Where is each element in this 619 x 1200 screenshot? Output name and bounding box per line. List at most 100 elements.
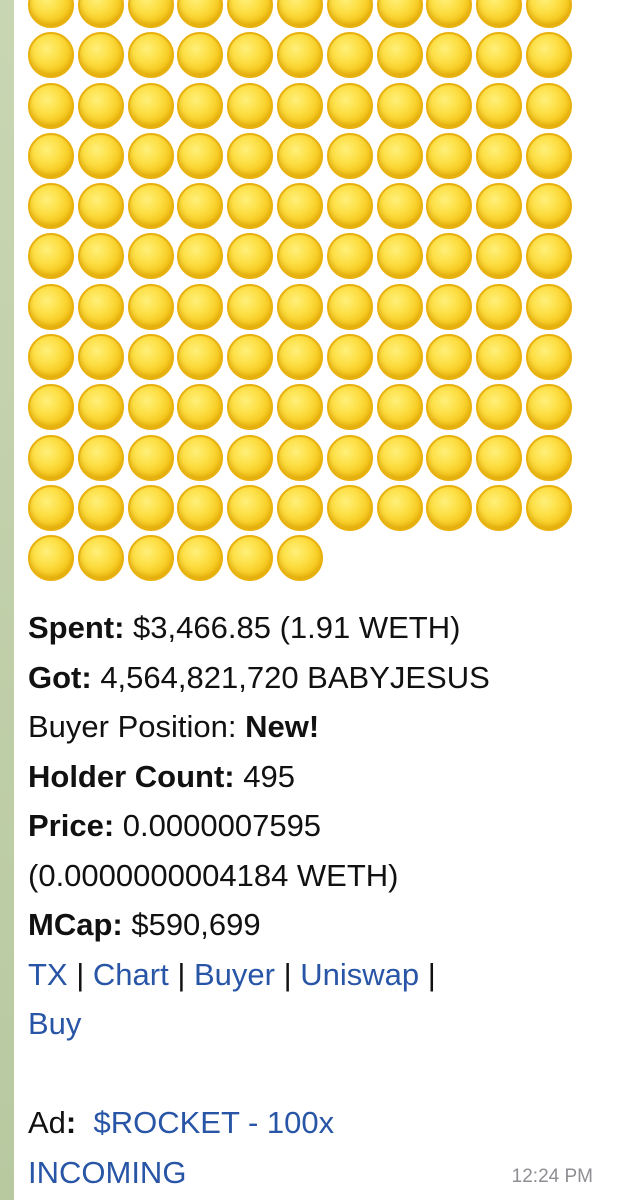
got-line: Got: 4,564,821,720 BABYJESUS [28,653,608,703]
coin-icon [525,283,572,330]
coin-icon [276,334,323,381]
coin-icon [127,535,174,582]
coin-icon [227,283,274,330]
coin-icon [127,334,174,381]
coin-icon [77,484,124,531]
buy-line: Buy [28,999,608,1049]
coin-icon [326,283,373,330]
chart-link[interactable]: Chart [93,957,169,992]
coin-icon [376,183,423,230]
message-text: Spent: $3,466.85 (1.91 WETH) Got: 4,564,… [28,603,608,1197]
coin-icon [376,334,423,381]
coin-icon [326,334,373,381]
coin-row [28,283,588,334]
coin-icon [177,82,224,129]
coin-icon [28,434,74,481]
coin-icon [376,434,423,481]
coin-icon [476,233,523,280]
link-separator: | [274,956,301,992]
coin-row [28,183,588,233]
coin-icon [276,434,323,481]
coin-icon [177,32,224,79]
ad-link[interactable]: $ROCKET - 100x [93,1105,334,1140]
got-label: Got: [28,659,92,695]
tx-link[interactable]: TX [28,957,68,992]
coin-icon [326,0,373,28]
coin-row [28,484,588,535]
spent-label: Spent: [28,610,125,645]
coin-icon [127,434,174,481]
spent-value: $3,466.85 (1.91 WETH) [124,610,461,645]
coin-icon [28,283,74,330]
coin-icon [227,434,274,481]
coin-icon [525,183,572,230]
coin-icon [426,82,473,129]
coin-icon [426,0,473,28]
coin-icon [177,434,224,481]
coin-icon [227,82,274,129]
coin-icon [127,0,174,28]
coin-icon [276,535,323,582]
price-value: 0.0000007595 [114,808,322,843]
coin-icon [376,82,423,129]
coin-icon [177,132,224,179]
coin-icon [77,384,124,431]
coin-icon [525,484,572,531]
coin-row [28,82,588,133]
coin-icon [77,233,124,280]
coin-icon [376,0,423,28]
coin-icon [476,334,523,381]
message-timestamp: 12:24 PM [511,1166,593,1187]
coin-icon [525,434,572,481]
link-separator: | [168,956,194,992]
coin-row [28,334,588,384]
price-weth-value: (0.0000000004184 WETH) [28,857,399,893]
coin-icon [525,32,572,79]
coin-row [28,434,588,485]
coin-icon [28,32,74,79]
coin-icon [177,233,224,280]
uniswap-link[interactable]: Uniswap [300,957,419,992]
coin-icon [77,32,124,79]
coin-icon [77,0,124,28]
coin-icon [28,484,74,531]
coin-icon [77,132,124,179]
buyer-link[interactable]: Buyer [194,957,275,992]
coin-icon [276,484,323,531]
coin-icon [127,183,174,230]
coin-icon [525,132,572,179]
coin-icon [426,32,473,79]
buyer-position-line: Buyer Position: New! [28,702,608,752]
buy-link[interactable]: Buy [28,1006,81,1041]
coin-icon [326,434,373,481]
coin-icon [28,384,74,431]
coin-icon [227,132,274,179]
coin-icon [227,233,274,280]
mcap-label: MCap: [28,907,123,942]
mcap-line: MCap: $590,699 [28,900,608,950]
coin-icon [426,384,473,431]
coin-icon [476,283,523,330]
coin-icon [127,384,174,431]
coin-icon [227,0,274,28]
coin-icon [426,484,473,531]
buyer-position-value: New! [245,709,320,744]
coin-icon [28,132,74,179]
holder-count-line: Holder Count: 495 [28,752,608,802]
ad-link-continued[interactable]: INCOMING [28,1155,186,1190]
coin-icon [77,283,124,330]
coin-icon [276,283,323,330]
coin-icon [276,0,323,28]
coin-icon [476,32,523,79]
coin-icon [28,535,74,582]
coin-icon [227,535,274,582]
coin-icon [276,82,323,129]
coin-icon [276,233,323,280]
mcap-value: $590,699 [122,907,261,942]
coin-icon [177,535,224,582]
coin-icon [525,384,572,431]
buyer-position-label: Buyer Position: [28,709,246,744]
coin-icon [525,0,572,28]
coin-icon [28,334,74,381]
coin-icon [476,0,523,28]
